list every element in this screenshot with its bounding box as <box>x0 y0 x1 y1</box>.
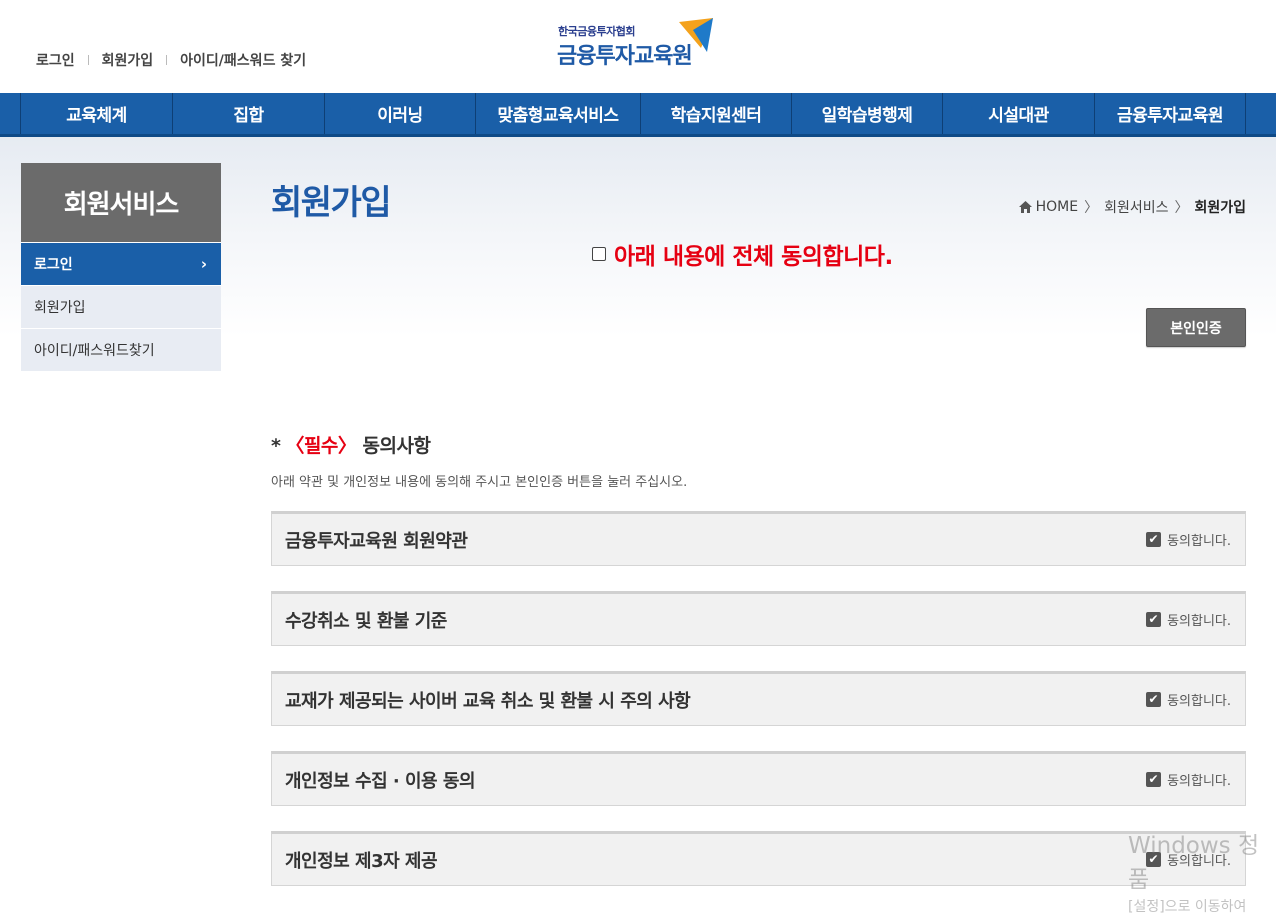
checkbox-checked-icon[interactable]: ✔ <box>1146 692 1162 707</box>
sidebar-title: 회원서비스 <box>21 163 221 242</box>
required-title-text: 동의사항 <box>362 435 431 457</box>
divider <box>87 55 89 65</box>
watermark-line2: [설정]으로 이동하여 <box>1128 899 1247 915</box>
term-agree-checkbox[interactable]: ✔ 동의합니다. <box>1146 690 1231 709</box>
sidebar-item-signup[interactable]: 회원가입 <box>21 285 221 328</box>
checkbox-checked-icon[interactable]: ✔ <box>1146 532 1162 547</box>
nav-item-classroom[interactable]: 집합 <box>172 93 324 134</box>
sidebar-item-label: 아이디/패스워드찾기 <box>34 343 155 359</box>
required-description: 아래 약관 및 개인정보 내용에 동의해 주시고 본인인증 버튼을 눌러 주십시… <box>271 475 688 490</box>
term-title: 수강취소 및 환불 기준 <box>285 610 447 632</box>
main-nav: 교육체계 집합 이러닝 맞춤형교육서비스 학습지원센터 일학습병행제 시설대관 … <box>0 93 1276 137</box>
breadcrumb-member-service[interactable]: 회원서비스 <box>1104 197 1168 217</box>
sidebar: 회원서비스 로그인 › 회원가입 아이디/패스워드찾기 <box>21 163 221 371</box>
divider <box>166 55 168 65</box>
breadcrumb-current: 회원가입 <box>1194 200 1246 216</box>
top-link-signup[interactable]: 회원가입 <box>102 50 154 70</box>
checkbox-checked-icon[interactable]: ✔ <box>1146 772 1162 787</box>
chevron-right-icon: 〉 <box>1174 200 1189 216</box>
required-section-title: * 〈필수〉 동의사항 <box>271 431 431 458</box>
term-agree-label: 동의합니다. <box>1167 854 1231 869</box>
term-row-refund[interactable]: 수강취소 및 환불 기준 ✔ 동의합니다. <box>271 591 1246 646</box>
term-title: 개인정보 제3자 제공 <box>285 850 438 872</box>
checkbox-checked-icon[interactable]: ✔ <box>1146 612 1162 627</box>
logo-title: 금융투자교육원 <box>557 44 693 69</box>
term-title: 교재가 제공되는 사이버 교육 취소 및 환불 시 주의 사항 <box>285 690 691 712</box>
term-row-membership[interactable]: 금융투자교육원 회원약관 ✔ 동의합니다. <box>271 511 1246 566</box>
nav-item-institute[interactable]: 금융투자교육원 <box>1094 93 1246 134</box>
sidebar-item-label: 회원가입 <box>34 300 86 316</box>
agree-all-label: 아래 내용에 전체 동의합니다. <box>614 244 893 270</box>
term-agree-label: 동의합니다. <box>1167 694 1231 709</box>
top-links: 로그인 회원가입 아이디/패스워드 찾기 <box>36 50 306 70</box>
term-agree-checkbox[interactable]: ✔ 동의합니다. <box>1146 610 1231 629</box>
nav-item-elearning[interactable]: 이러닝 <box>324 93 475 134</box>
nav-item-learning-support[interactable]: 학습지원센터 <box>640 93 791 134</box>
required-star: * <box>271 435 281 457</box>
term-row-third-party[interactable]: 개인정보 제3자 제공 ✔ 동의합니다. <box>271 831 1246 886</box>
sidebar-item-label: 로그인 <box>34 257 73 273</box>
site-logo[interactable]: 한국금융투자협회 금융투자교육원 <box>557 18 717 69</box>
top-link-find-id[interactable]: 아이디/패스워드 찾기 <box>180 50 306 70</box>
identity-verification-button[interactable]: 본인인증 <box>1146 308 1246 347</box>
sidebar-item-find-id[interactable]: 아이디/패스워드찾기 <box>21 328 221 371</box>
nav-item-work-study[interactable]: 일학습병행제 <box>791 93 942 134</box>
breadcrumb-home[interactable]: HOME <box>1036 199 1078 215</box>
required-tag: 〈필수〉 <box>285 435 357 457</box>
term-agree-label: 동의합니다. <box>1167 534 1231 549</box>
term-title: 금융투자교육원 회원약관 <box>285 530 468 552</box>
term-row-textbook-cancel[interactable]: 교재가 제공되는 사이버 교육 취소 및 환불 시 주의 사항 ✔ 동의합니다. <box>271 671 1246 726</box>
term-title: 개인정보 수집 · 이용 동의 <box>285 770 476 792</box>
term-agree-label: 동의합니다. <box>1167 774 1231 789</box>
page-title: 회원가입 <box>271 183 392 223</box>
breadcrumb: HOME 〉 회원서비스 〉 회원가입 <box>1018 197 1246 217</box>
logo-subtitle: 한국금융투자협회 <box>558 25 635 38</box>
logo-mark-icon <box>679 18 713 52</box>
term-agree-label: 동의합니다. <box>1167 614 1231 629</box>
checkbox-icon[interactable] <box>592 247 606 261</box>
nav-item-education-system[interactable]: 교육체계 <box>20 93 172 134</box>
term-row-privacy-collection[interactable]: 개인정보 수집 · 이용 동의 ✔ 동의합니다. <box>271 751 1246 806</box>
sidebar-item-login[interactable]: 로그인 › <box>21 242 221 285</box>
checkbox-checked-icon[interactable]: ✔ <box>1146 852 1162 867</box>
home-icon <box>1018 201 1032 213</box>
chevron-right-icon: 〉 <box>1084 200 1099 216</box>
nav-item-custom-education[interactable]: 맞춤형교육서비스 <box>475 93 640 134</box>
term-agree-checkbox[interactable]: ✔ 동의합니다. <box>1146 770 1231 789</box>
nav-item-facility-rental[interactable]: 시설대관 <box>942 93 1094 134</box>
top-link-login[interactable]: 로그인 <box>36 50 75 70</box>
agree-all-checkbox[interactable]: 아래 내용에 전체 동의합니다. <box>592 237 893 271</box>
chevron-right-icon: › <box>200 255 207 273</box>
term-agree-checkbox[interactable]: ✔ 동의합니다. <box>1146 850 1231 869</box>
term-agree-checkbox[interactable]: ✔ 동의합니다. <box>1146 530 1231 549</box>
